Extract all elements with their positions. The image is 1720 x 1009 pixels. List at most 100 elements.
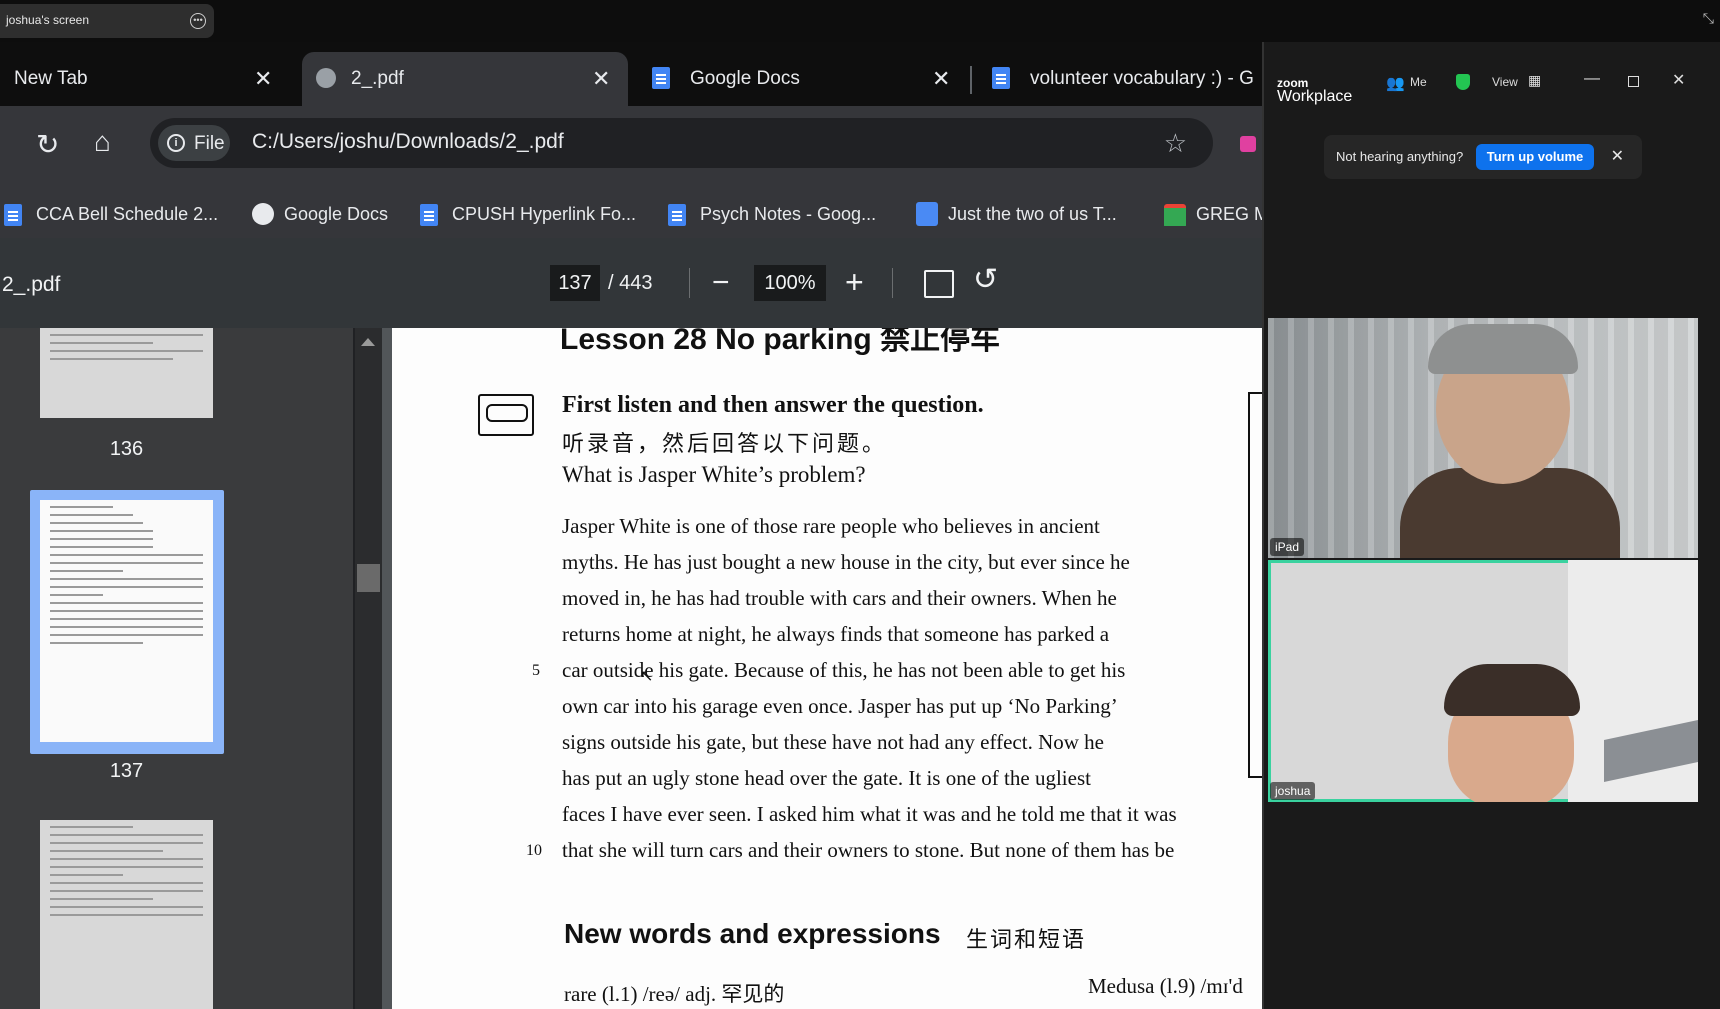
rotate-icon[interactable]: ↺ bbox=[973, 262, 998, 297]
share-indicator[interactable]: joshua's screen ••• bbox=[0, 4, 214, 38]
people-icon[interactable]: 👥 bbox=[1386, 74, 1405, 92]
shield-icon[interactable] bbox=[1456, 74, 1470, 90]
grid-icon[interactable]: ▦ bbox=[1528, 72, 1541, 89]
google-docs-icon bbox=[992, 67, 1010, 89]
participant-name: iPad bbox=[1270, 538, 1305, 556]
participant-name: joshua bbox=[1270, 782, 1316, 800]
mouse-cursor-icon: ↖ bbox=[640, 668, 654, 685]
participant-video-joshua[interactable]: joshua bbox=[1268, 560, 1698, 802]
tab-new-tab[interactable]: New Tab ✕ bbox=[0, 52, 290, 106]
address-bar[interactable]: i File C:/Users/joshu/Downloads/2_.pdf ☆ bbox=[150, 118, 1213, 168]
zoom-out-icon[interactable]: − bbox=[712, 266, 730, 300]
passage-line: own car into his garage even once. Jaspe… bbox=[562, 694, 1118, 718]
globe-icon bbox=[252, 203, 274, 225]
bookmark-star-icon[interactable]: ☆ bbox=[1164, 128, 1187, 159]
bookmark-item[interactable]: CCA Bell Schedule 2... bbox=[0, 202, 240, 226]
toolbar-separator bbox=[892, 268, 893, 298]
tab-volunteer-vocabulary[interactable]: volunteer vocabulary :) - G bbox=[980, 52, 1262, 106]
fit-to-page-icon[interactable] bbox=[924, 270, 954, 298]
bookmark-item[interactable]: Psych Notes - Goog... bbox=[664, 202, 904, 226]
browser-tab-strip: New Tab ✕ 2_.pdf ✕ Google Docs ✕ volunte… bbox=[0, 42, 1262, 106]
thumbnail-sidebar: 136 137 bbox=[0, 328, 353, 1009]
passage-line: has put an ugly stone head over the gate… bbox=[562, 766, 1091, 790]
browser-toolbar: ↻ ⌂ i File C:/Users/joshu/Downloads/2_.p… bbox=[0, 106, 1262, 190]
passage-line: that she will turn cars and their owners… bbox=[562, 838, 1175, 862]
passage-line: faces I have ever seen. I asked him what… bbox=[562, 802, 1177, 826]
dismiss-notice-icon[interactable]: ✕ bbox=[1611, 146, 1624, 166]
turn-up-volume-button[interactable]: Turn up volume bbox=[1476, 144, 1594, 170]
zoom-window: zoom Workplace 👥 Me View ▦ — ✕ Not heari… bbox=[1262, 42, 1720, 1009]
page-thumbnail[interactable] bbox=[40, 820, 213, 1009]
section-title-chinese: 生词和短语 bbox=[966, 927, 1087, 952]
screen-share-bar: joshua's screen ••• ⤡ bbox=[0, 0, 1720, 42]
page-thumbnail-selected[interactable] bbox=[40, 500, 213, 742]
bookmark-label: CPUSH Hyperlink Fo... bbox=[452, 204, 637, 224]
bookmark-item[interactable]: Just the two of us T... bbox=[912, 202, 1152, 226]
google-docs-icon bbox=[420, 204, 438, 226]
scroll-up-icon[interactable] bbox=[361, 338, 375, 346]
bookmark-item[interactable]: Google Docs bbox=[248, 202, 408, 226]
passage-line: moved in, he has had trouble with cars a… bbox=[562, 586, 1117, 610]
bookmark-label: Just the two of us T... bbox=[948, 204, 1117, 224]
tab-title: New Tab bbox=[14, 68, 88, 89]
instruction-english: First listen and then answer the questio… bbox=[562, 392, 984, 418]
line-number: 10 bbox=[526, 842, 542, 859]
close-window-icon[interactable]: ✕ bbox=[1672, 70, 1685, 90]
info-icon: i bbox=[167, 134, 185, 152]
zoom-in-icon[interactable]: + bbox=[845, 264, 864, 301]
bookmark-label: Psych Notes - Goog... bbox=[700, 204, 877, 224]
file-chip-label: File bbox=[194, 133, 225, 154]
pdf-toolbar: 2_.pdf 137 / 443 − 100% + ↺ bbox=[0, 238, 1262, 328]
question-text: What is Jasper White’s problem? bbox=[562, 462, 866, 487]
pdf-title: 2_.pdf bbox=[2, 273, 61, 296]
thumbnail-page-number: 137 bbox=[109, 760, 144, 782]
maximize-icon[interactable] bbox=[1628, 76, 1639, 87]
illustration-frame bbox=[1248, 392, 1262, 778]
toolbar-separator bbox=[689, 268, 690, 298]
menu-me[interactable]: Me bbox=[1410, 75, 1427, 89]
tab-title: 2_.pdf bbox=[351, 68, 404, 89]
reload-icon[interactable]: ↻ bbox=[36, 128, 59, 161]
pdf-page: Lesson 28 No parking 禁止停车 First listen a… bbox=[392, 328, 1262, 1009]
cassette-icon bbox=[478, 394, 534, 436]
tab-google-docs[interactable]: Google Docs ✕ bbox=[640, 52, 950, 106]
thumbnail-page-number: 136 bbox=[109, 438, 144, 460]
home-icon[interactable]: ⌂ bbox=[94, 126, 111, 158]
line-number: 5 bbox=[532, 662, 540, 679]
bookmark-item[interactable]: CPUSH Hyperlink Fo... bbox=[416, 202, 656, 226]
tab-pdf[interactable]: 2_.pdf ✕ bbox=[302, 52, 628, 106]
audio-notice: Not hearing anything? Turn up volume ✕ bbox=[1324, 135, 1642, 179]
person-hair bbox=[1428, 324, 1578, 374]
scrollbar-thumb[interactable] bbox=[357, 564, 380, 592]
sidebar-scrollbar[interactable] bbox=[355, 328, 382, 1009]
tab-title: volunteer vocabulary :) - G bbox=[1030, 68, 1254, 89]
zoom-level-input[interactable]: 100% bbox=[754, 265, 826, 301]
passage-line: returns home at night, he always finds t… bbox=[562, 622, 1110, 646]
app-icon bbox=[916, 202, 938, 226]
tab-title: Google Docs bbox=[690, 68, 800, 89]
close-tab-icon[interactable]: ✕ bbox=[254, 66, 272, 92]
tab-divider bbox=[970, 66, 972, 94]
vocab-entry: Medusa (l.9) /mɪ'd bbox=[1088, 974, 1243, 998]
page-number-input[interactable]: 137 bbox=[550, 265, 600, 301]
google-docs-icon bbox=[4, 204, 22, 226]
section-title: New words and expressions bbox=[564, 918, 941, 949]
zoom-logo-bottom: Workplace bbox=[1277, 88, 1353, 105]
menu-view[interactable]: View bbox=[1492, 75, 1518, 89]
minimize-icon[interactable]: — bbox=[1584, 70, 1600, 88]
close-tab-icon[interactable]: ✕ bbox=[592, 66, 610, 92]
bookmark-item[interactable]: GREG M bbox=[1160, 202, 1262, 226]
more-options-icon[interactable]: ••• bbox=[190, 13, 206, 29]
passage-line: signs outside his gate, but these have n… bbox=[562, 730, 1104, 754]
site-info-chip[interactable]: i File bbox=[158, 125, 230, 161]
collapse-icon[interactable]: ⤡ bbox=[1703, 10, 1714, 27]
url-text[interactable]: C:/Users/joshu/Downloads/2_.pdf bbox=[252, 130, 564, 154]
share-label: joshua's screen bbox=[6, 13, 90, 27]
page-thumbnail[interactable] bbox=[40, 328, 213, 418]
extension-icon[interactable] bbox=[1240, 136, 1256, 152]
google-docs-icon bbox=[652, 67, 670, 89]
close-tab-icon[interactable]: ✕ bbox=[932, 66, 950, 92]
notice-text: Not hearing anything? bbox=[1336, 149, 1464, 164]
participant-video-ipad[interactable]: iPad bbox=[1268, 318, 1698, 558]
passage-line: Jasper White is one of those rare people… bbox=[562, 514, 1100, 538]
